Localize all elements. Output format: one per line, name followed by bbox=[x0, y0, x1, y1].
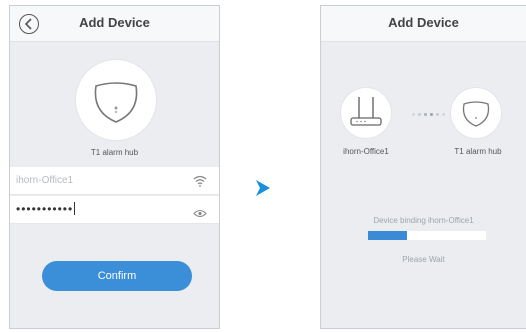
router-image bbox=[341, 88, 391, 138]
please-wait-text: Please Wait bbox=[402, 255, 445, 264]
password-field[interactable]: ••••••••••• bbox=[10, 196, 219, 224]
connection-dot bbox=[442, 113, 445, 116]
title-bar: Add Device bbox=[10, 6, 219, 42]
hub-icon bbox=[462, 101, 490, 127]
eye-icon[interactable] bbox=[193, 205, 207, 223]
device-name-label: T1 alarm hub bbox=[90, 148, 139, 157]
wifi-name-value: ihorn-Office1 bbox=[16, 175, 74, 186]
binding-progress-bar bbox=[368, 231, 486, 240]
password-value: ••••••••••• bbox=[16, 202, 76, 216]
text-caret bbox=[74, 202, 76, 215]
hub-icon bbox=[94, 82, 138, 123]
progress-fill bbox=[368, 231, 407, 240]
device-name-label: T1 alarm hub bbox=[454, 147, 502, 156]
connection-dot bbox=[436, 113, 439, 116]
hub-image bbox=[76, 60, 156, 140]
page-title: Add Device bbox=[388, 15, 459, 30]
title-bar: Add Device bbox=[321, 6, 526, 42]
page-title: Add Device bbox=[79, 15, 150, 30]
wifi-icon[interactable] bbox=[193, 174, 207, 192]
add-device-screen-binding: Add Device ihorn-Office1 T1 alarm hub De… bbox=[320, 5, 526, 329]
connection-dot bbox=[418, 113, 421, 116]
confirm-button[interactable]: Confirm bbox=[42, 261, 192, 291]
router-name-label: ihorn-Office1 bbox=[343, 147, 389, 156]
connection-dot bbox=[424, 113, 427, 116]
connection-dot bbox=[412, 113, 415, 116]
router-icon bbox=[350, 97, 382, 126]
wifi-field[interactable]: ihorn-Office1 bbox=[10, 167, 219, 195]
binding-status-text: Device binding ihorn-Office1 bbox=[373, 216, 474, 225]
next-arrow-icon bbox=[256, 180, 270, 196]
connection-dot bbox=[430, 113, 433, 116]
hub-image bbox=[451, 88, 501, 138]
add-device-screen-input: Add Device T1 alarm hub ihorn-Office1 ••… bbox=[9, 5, 220, 329]
